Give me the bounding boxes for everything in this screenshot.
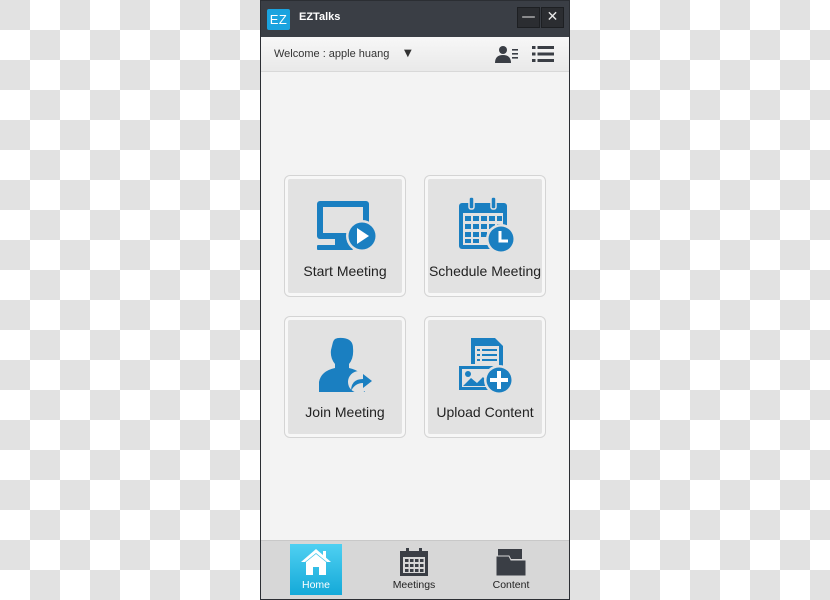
tab-label: Content: [492, 579, 530, 591]
bottom-navigation: Home Meetings Content: [261, 540, 569, 599]
upload-content-button[interactable]: Upload Content: [425, 317, 545, 437]
eztalks-window: EZ EZTalks — ✕ Welcome : apple huang ▼ S…: [260, 0, 570, 600]
tab-home[interactable]: Home: [290, 544, 342, 595]
tab-content[interactable]: Content: [485, 544, 537, 595]
app-title: EZTalks: [299, 11, 341, 23]
home-icon: [301, 549, 331, 575]
person-arrow-icon: [319, 337, 372, 393]
tile-label: Schedule Meeting: [428, 263, 542, 279]
tile-label: Join Meeting: [305, 404, 385, 420]
eztalks-logo: EZ: [267, 9, 290, 30]
tab-meetings[interactable]: Meetings: [388, 544, 440, 595]
tile-label: Upload Content: [436, 404, 534, 420]
join-meeting-button[interactable]: Join Meeting: [285, 317, 405, 437]
close-button[interactable]: ✕: [541, 7, 564, 28]
calendar-clock-icon: [459, 196, 516, 254]
calendar-icon: [400, 548, 428, 576]
header-bar: Welcome : apple huang ▼: [261, 37, 569, 72]
minimize-button[interactable]: —: [517, 7, 540, 28]
folder-icon: [495, 549, 527, 576]
document-image-plus-icon: [457, 338, 514, 395]
contacts-list-icon[interactable]: [495, 45, 519, 63]
welcome-user-label[interactable]: Welcome : apple huang: [274, 48, 389, 60]
tab-label: Meetings: [392, 579, 436, 591]
tile-label: Start Meeting: [303, 263, 387, 279]
tab-label: Home: [301, 579, 330, 591]
user-dropdown-arrow-icon[interactable]: ▼: [404, 48, 412, 59]
menu-list-icon[interactable]: [532, 45, 554, 63]
start-meeting-button[interactable]: Start Meeting: [285, 176, 405, 296]
schedule-meeting-button[interactable]: Schedule Meeting: [425, 176, 545, 296]
monitor-play-icon: [317, 201, 377, 252]
title-bar[interactable]: EZ EZTalks — ✕: [261, 1, 569, 37]
